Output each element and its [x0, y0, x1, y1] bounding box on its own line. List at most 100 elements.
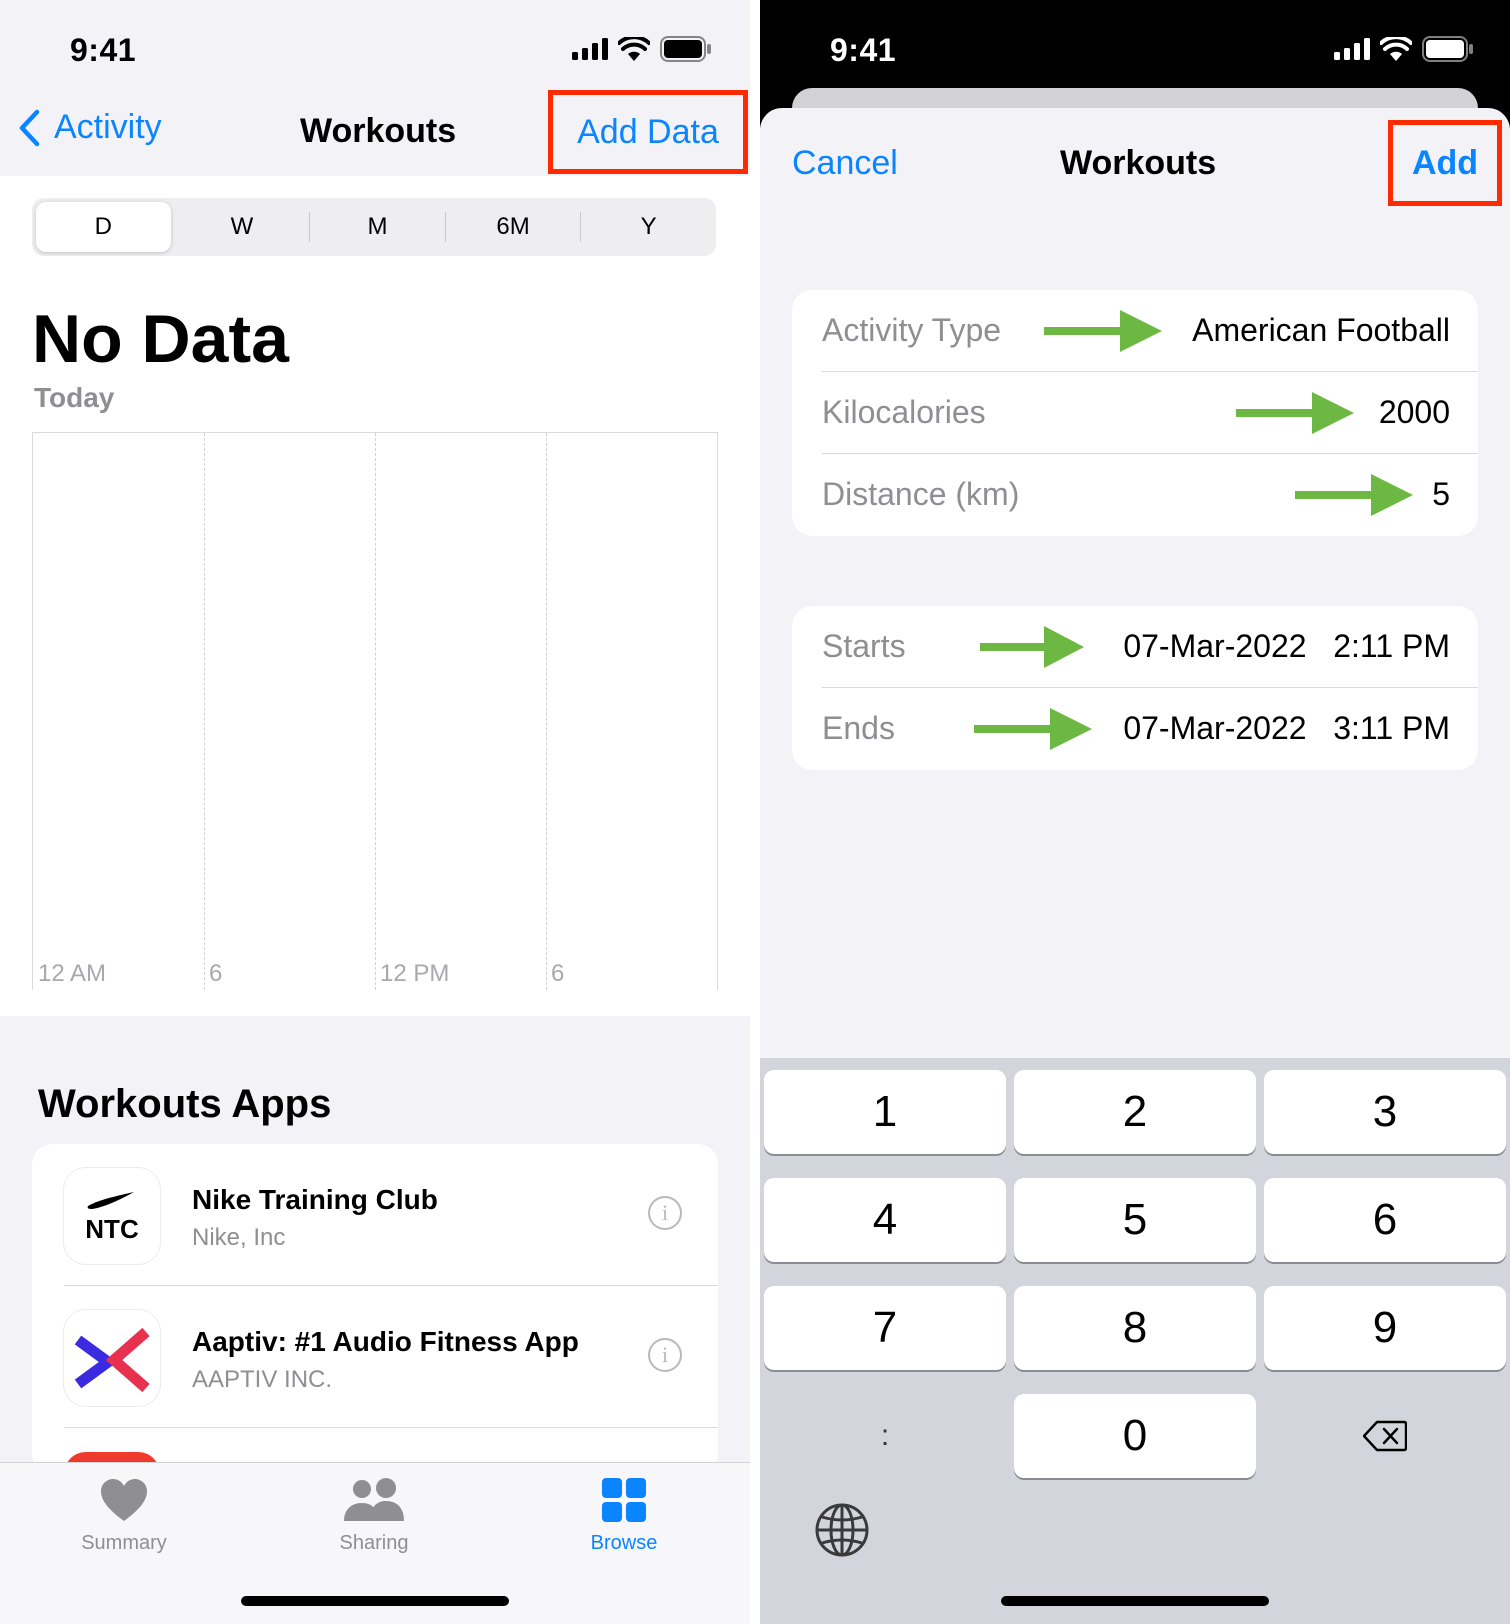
tab-label: Browse — [590, 1532, 658, 1554]
kilocalories-row[interactable]: Kilocalories 2000 — [792, 372, 1478, 454]
activity-type-row[interactable]: Activity Type American Football — [792, 290, 1478, 372]
workout-time-card: Starts 07-Mar-2022 2:11 PM Ends 07-Mar-2… — [792, 606, 1478, 770]
tab-browse[interactable]: Browse — [534, 1477, 714, 1555]
tab-summary[interactable]: Summary — [34, 1477, 214, 1555]
globe-icon[interactable] — [814, 1502, 870, 1563]
workouts-chart: 12 AM 6 12 PM 6 — [32, 432, 718, 990]
chart-tick-label: 6 — [551, 960, 565, 987]
info-icon[interactable]: i — [648, 1338, 682, 1372]
key-0[interactable]: 0 — [1014, 1394, 1256, 1478]
arrow-right-icon — [974, 708, 1092, 750]
chart-gridline — [375, 433, 376, 990]
battery-icon — [1422, 36, 1473, 62]
cellular-signal-icon — [1334, 38, 1370, 60]
starts-row[interactable]: Starts 07-Mar-2022 2:11 PM — [792, 606, 1478, 688]
segment-day[interactable]: D — [36, 202, 171, 252]
key-4[interactable]: 4 — [764, 1178, 1006, 1262]
add-data-button[interactable]: Add Data — [548, 90, 748, 174]
status-time: 9:41 — [70, 32, 137, 68]
field-label: Ends — [822, 710, 895, 746]
status-icons — [572, 36, 712, 62]
start-datetime: 07-Mar-2022 2:11 PM — [1123, 628, 1450, 665]
key-2[interactable]: 2 — [1014, 1070, 1256, 1154]
apps-section-title: Workouts Apps — [38, 1082, 332, 1126]
kilocalories-value: 2000 — [1378, 394, 1450, 430]
field-label: Kilocalories — [822, 394, 986, 430]
app-developer: Nike, Inc — [192, 1224, 286, 1251]
end-date: 07-Mar-2022 — [1123, 710, 1307, 746]
key-separator[interactable]: : — [764, 1394, 1006, 1478]
cancel-button[interactable]: Cancel — [792, 144, 898, 183]
status-icons — [1334, 36, 1474, 62]
segment-week[interactable]: W — [175, 198, 310, 256]
chevron-left-icon — [19, 109, 40, 146]
list-item[interactable]: NTC Nike Training Club Nike, Inc i — [32, 1144, 718, 1286]
battery-icon — [660, 36, 711, 62]
add-workout-screen: 9: 4 1 Cancel Workouts Add Activity Type A… — [760, 0, 1510, 1624]
add-button[interactable]: Add — [1388, 120, 1502, 206]
segment-year[interactable]: Y — [581, 198, 716, 256]
tab-bar: Summary Sharing Browse — [0, 1462, 750, 1624]
summary-period: Today — [34, 382, 115, 413]
number-keypad: 1 2 3 4 5 6 7 8 9 : 0 — [760, 1058, 1510, 1624]
workout-details-card: Activity Type American Football Kilocalo… — [792, 290, 1478, 536]
back-button-label: Activity — [54, 108, 162, 146]
chart-tick-label: 6 — [209, 960, 223, 987]
arrow-right-icon — [1236, 392, 1354, 434]
wifi-icon — [618, 37, 650, 61]
people-icon — [344, 1478, 404, 1521]
app-name: Aaptiv: #1 Audio Fitness App — [192, 1326, 579, 1357]
key-1[interactable]: 1 — [764, 1070, 1006, 1154]
ends-row[interactable]: Ends 07-Mar-2022 3:11 PM — [792, 688, 1478, 770]
field-label: Starts — [822, 628, 906, 664]
field-label: Activity Type — [822, 312, 1002, 348]
key-8[interactable]: 8 — [1014, 1286, 1256, 1370]
sheet-title: Workouts — [1060, 144, 1217, 182]
app-developer: AAPTIV INC. — [192, 1366, 333, 1393]
key-7[interactable]: 7 — [764, 1286, 1006, 1370]
wifi-icon — [1380, 37, 1412, 61]
backspace-icon — [1362, 1420, 1408, 1452]
ntc-logo-text: NTC — [85, 1214, 139, 1244]
info-icon[interactable]: i — [648, 1196, 682, 1230]
field-label: Distance (km) — [822, 476, 1020, 512]
arrow-right-icon — [980, 626, 1084, 668]
add-workout-sheet: Cancel Workouts Add Activity Type Americ… — [760, 108, 1510, 1624]
end-datetime: 07-Mar-2022 3:11 PM — [1123, 710, 1450, 747]
list-item[interactable]: Aaptiv: #1 Audio Fitness App AAPTIV INC.… — [32, 1286, 718, 1428]
health-workouts-screen: 9:41 Activity Workouts Add Data D W M 6M… — [0, 0, 750, 1624]
summary-value: No Data — [32, 301, 289, 377]
chart-tick-label: 12 PM — [380, 960, 450, 987]
chart-gridline — [204, 433, 205, 990]
distance-row[interactable]: Distance (km) 5 — [792, 454, 1478, 536]
aaptiv-icon — [64, 1310, 160, 1406]
navigation-bar: Activity Workouts Add Data — [0, 88, 750, 176]
end-time: 3:11 PM — [1333, 710, 1450, 746]
segment-six-month[interactable]: 6M — [446, 198, 581, 256]
arrow-right-icon — [1295, 474, 1413, 516]
key-5[interactable]: 5 — [1014, 1178, 1256, 1262]
arrow-right-icon — [1044, 310, 1162, 352]
key-9[interactable]: 9 — [1264, 1286, 1506, 1370]
home-indicator[interactable] — [241, 1596, 509, 1606]
key-6[interactable]: 6 — [1264, 1178, 1506, 1262]
tab-label: Sharing — [339, 1532, 409, 1554]
segment-month[interactable]: M — [310, 198, 445, 256]
distance-value: 5 — [1432, 476, 1450, 512]
activity-type-value: American Football — [1192, 312, 1450, 348]
key-3[interactable]: 3 — [1264, 1070, 1506, 1154]
time-range-segmented-control: D W M 6M Y — [32, 198, 716, 256]
chart-gridline — [546, 433, 547, 990]
chart-tick-label: 12 AM — [38, 960, 107, 987]
start-time: 2:11 PM — [1333, 628, 1450, 664]
tab-sharing[interactable]: Sharing — [284, 1477, 464, 1555]
start-date: 07-Mar-2022 — [1123, 628, 1307, 664]
tab-label: Summary — [81, 1532, 167, 1554]
home-indicator[interactable] — [1001, 1596, 1269, 1606]
status-bar: 9:41 — [0, 0, 750, 100]
cellular-signal-icon — [572, 38, 608, 60]
delete-key[interactable] — [1264, 1394, 1506, 1478]
back-button[interactable]: Activity — [18, 108, 162, 147]
grid-icon — [602, 1478, 646, 1522]
ntc-icon: NTC — [64, 1168, 160, 1264]
